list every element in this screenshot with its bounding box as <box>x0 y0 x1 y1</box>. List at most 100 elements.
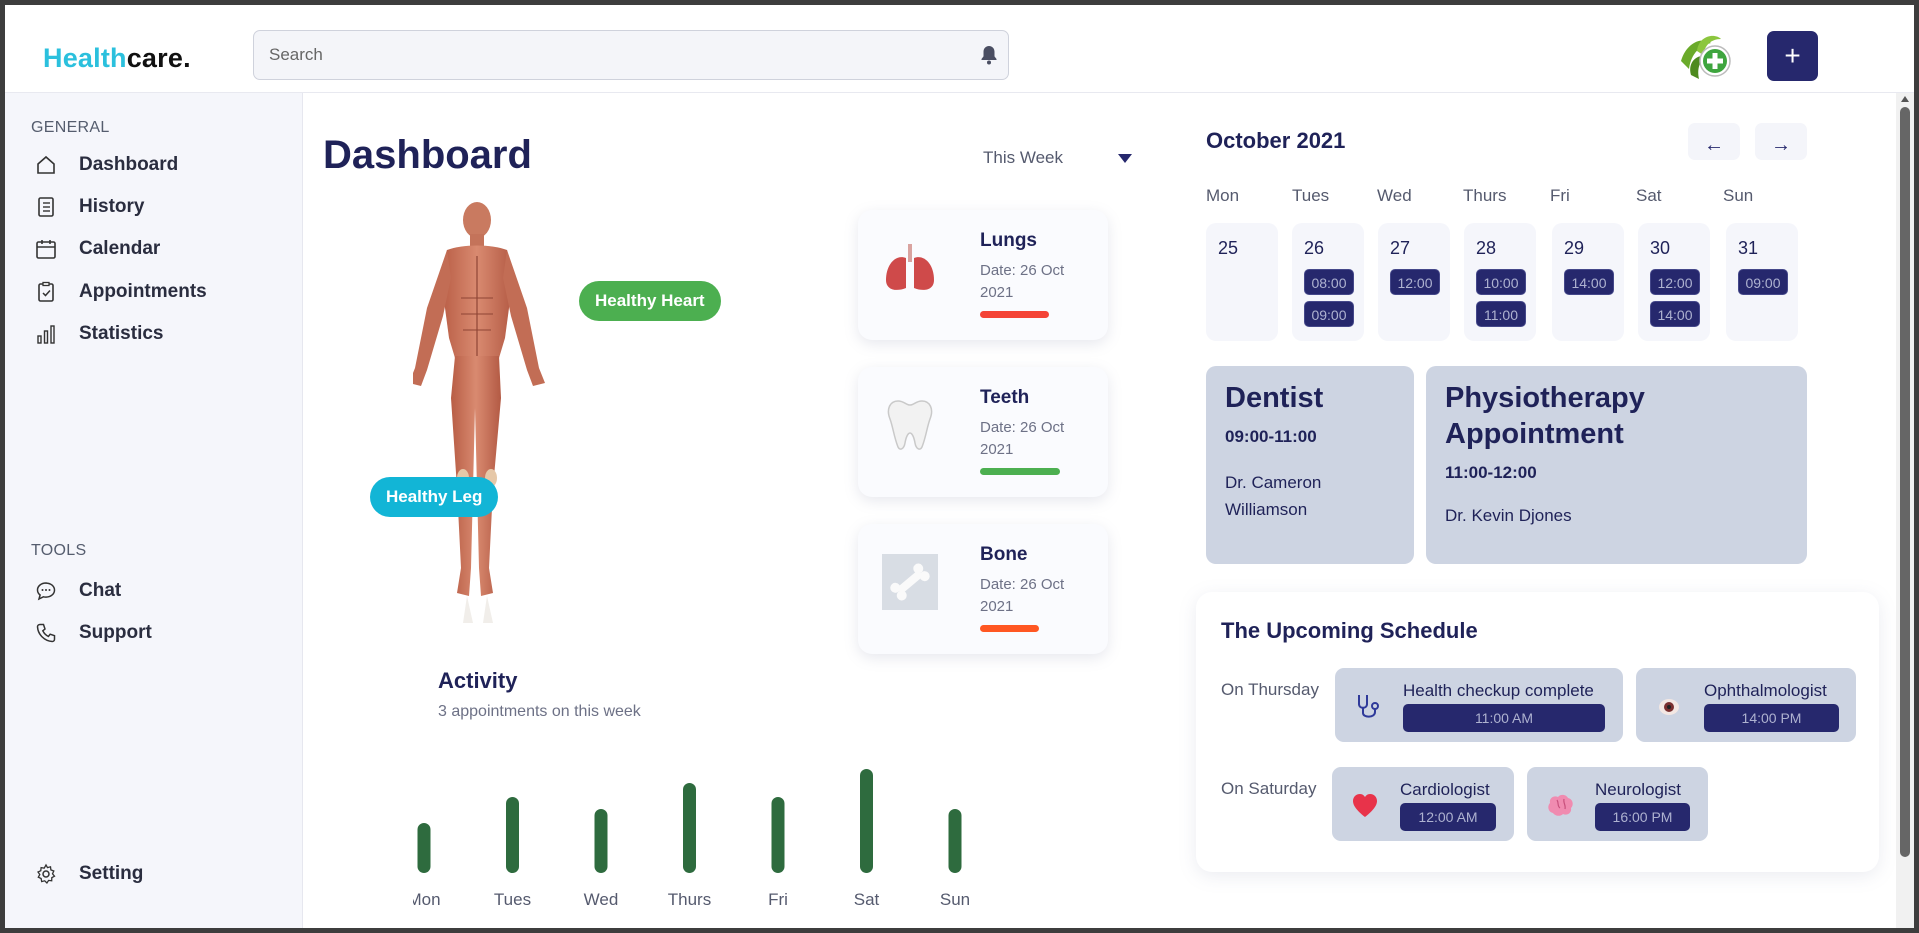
next-month-button[interactable]: → <box>1755 123 1807 160</box>
sidebar-item-label: Setting <box>79 863 144 884</box>
schedule-item[interactable]: Health checkup complete 11:00 AM <box>1335 668 1623 742</box>
search-box <box>253 30 1009 80</box>
bell-icon[interactable] <box>980 45 998 65</box>
schedule-item-name: Ophthalmologist <box>1704 681 1827 700</box>
card-date: Date: 26 Oct 2021 <box>980 419 1065 458</box>
day-number: 25 <box>1218 238 1239 258</box>
eye-icon <box>1659 699 1679 715</box>
activity-bar-mon <box>417 823 431 873</box>
chevron-down-icon <box>1118 153 1132 163</box>
sidebar-item-history[interactable]: History <box>35 192 144 222</box>
activity-bar-fri <box>771 797 785 873</box>
scrollbar[interactable] <box>1896 93 1914 928</box>
sidebar-item-setting[interactable]: Setting <box>35 859 143 889</box>
app-window: Healthcare. + GENERAL Dashboard History <box>5 5 1914 928</box>
heart-icon <box>1353 794 1377 817</box>
sidebar-item-support[interactable]: Support <box>35 618 152 648</box>
add-button[interactable]: + <box>1767 31 1818 81</box>
chat-icon <box>36 582 56 601</box>
upcoming-schedule: The Upcoming Schedule On Thursday On Sat… <box>1196 592 1879 872</box>
activity-bar-wed <box>594 809 608 873</box>
search-input[interactable] <box>254 31 934 79</box>
organ-card-lungs[interactable]: Lungs Date: 26 Oct 2021 <box>858 210 1108 340</box>
schedule-item[interactable]: Ophthalmologist 14:00 PM <box>1636 668 1856 742</box>
anatomy-body-image <box>413 202 545 623</box>
day-name: Wed <box>1377 186 1412 205</box>
sidebar-item-dashboard[interactable]: Dashboard <box>35 150 178 180</box>
calendar-month: October 2021 <box>1206 128 1346 153</box>
organ-card-bone[interactable]: Bone Date: 26 Oct 2021 <box>858 524 1108 654</box>
day-name: Tues <box>1292 186 1330 205</box>
appointment-card-physiotherapy[interactable]: Physiotherapy Appointment 11:00-12:00 Dr… <box>1426 366 1807 564</box>
sidebar-item-statistics[interactable]: Statistics <box>35 319 163 349</box>
main-content: Dashboard This Week Healthy Heart Health… <box>303 93 1893 928</box>
schedule-item[interactable]: Neurologist 16:00 PM <box>1527 767 1708 841</box>
scroll-up-arrow[interactable] <box>1901 96 1909 102</box>
time-slot[interactable]: 10:00 <box>1476 269 1526 295</box>
time-slot[interactable]: 11:00 <box>1476 301 1526 327</box>
card-title: Bone <box>980 544 1028 565</box>
clipboard-check-icon <box>38 281 54 302</box>
sidebar-item-appointments[interactable]: Appointments <box>35 277 207 307</box>
day-name: Sun <box>1723 186 1754 205</box>
time-slot[interactable]: 08:00 <box>1304 269 1354 295</box>
healthy-leg-tag[interactable]: Healthy Leg <box>370 477 499 517</box>
sidebar-item-chat[interactable]: Chat <box>35 576 121 606</box>
activity-bar-thurs <box>683 783 696 873</box>
page-title: Dashboard <box>323 133 532 177</box>
activity-label-sun: Sun <box>940 890 970 909</box>
appointment-time: 11:00-12:00 <box>1445 463 1537 482</box>
time-slot[interactable]: 12:00 <box>1650 269 1700 295</box>
activity-label-tues: Tues <box>494 890 531 909</box>
scroll-thumb[interactable] <box>1900 107 1910 857</box>
sidebar-item-label: Calendar <box>79 238 161 259</box>
sidebar-item-calendar[interactable]: Calendar <box>35 234 160 264</box>
calendar-day[interactable]: 28 10:00 11:00 <box>1464 223 1536 341</box>
organ-card-teeth[interactable]: Teeth Date: 26 Oct 2021 <box>858 367 1108 497</box>
sidebar-item-label: History <box>79 196 145 217</box>
calendar-day[interactable]: 27 12:00 <box>1378 223 1450 341</box>
health-plant-icon[interactable] <box>1677 31 1737 85</box>
schedule-item[interactable]: Cardiologist 12:00 AM <box>1332 767 1514 841</box>
appointment-doctor: Dr. Cameron Williamson <box>1225 473 1322 519</box>
tools-section-label: TOOLS <box>31 542 87 559</box>
calendar-day[interactable]: 26 08:00 09:00 <box>1292 223 1364 341</box>
activity-chart: Mon Tues Wed Thurs Fri Sat Sun <box>413 769 970 909</box>
calendar-day[interactable]: 25 <box>1206 223 1278 341</box>
time-slot[interactable]: 14:00 <box>1564 269 1614 295</box>
activity-label-thurs: Thurs <box>668 890 711 909</box>
calendar-day[interactable]: 29 14:00 <box>1552 223 1624 341</box>
calendar-day[interactable]: 30 12:00 14:00 <box>1638 223 1710 341</box>
schedule-item-name: Cardiologist <box>1400 780 1490 799</box>
day-name: Sat <box>1636 186 1662 205</box>
day-number: 31 <box>1738 238 1759 258</box>
lungs-icon <box>886 244 934 290</box>
card-date: Date: 26 Oct 2021 <box>980 576 1065 615</box>
stethoscope-icon <box>1358 695 1379 718</box>
sidebar: GENERAL Dashboard History Calendar Appoi… <box>5 93 303 928</box>
top-bar: Healthcare. + <box>5 5 1914 93</box>
time-slot[interactable]: 14:00 <box>1650 301 1700 327</box>
logo[interactable]: Healthcare. <box>43 43 191 74</box>
day-label-saturday: On Saturday <box>1221 779 1317 798</box>
time-slot[interactable]: 09:00 <box>1738 269 1788 295</box>
bone-icon <box>882 554 938 610</box>
phone-icon <box>36 623 56 643</box>
time-slot[interactable]: 12:00 <box>1390 269 1440 295</box>
sidebar-item-label: Statistics <box>79 323 164 344</box>
time-slot[interactable]: 09:00 <box>1304 301 1354 327</box>
appointment-title: Dentist <box>1225 382 1324 414</box>
healthy-heart-tag[interactable]: Healthy Heart <box>579 281 721 321</box>
general-section-label: GENERAL <box>31 119 110 136</box>
period-label: This Week <box>983 148 1063 167</box>
day-number: 29 <box>1564 238 1585 258</box>
period-dropdown[interactable]: This Week <box>983 148 1132 168</box>
sidebar-item-label: Dashboard <box>79 154 179 175</box>
prev-month-button[interactable]: ← <box>1688 123 1740 160</box>
appointment-card-dentist[interactable]: Dentist 09:00-11:00 Dr. Cameron Williams… <box>1206 366 1414 564</box>
sidebar-item-label: Support <box>79 622 152 643</box>
card-date: Date: 26 Oct 2021 <box>980 262 1065 301</box>
calendar-day[interactable]: 31 09:00 <box>1726 223 1798 341</box>
appointment-doctor: Dr. Kevin Djones <box>1445 506 1572 525</box>
day-name: Mon <box>1206 186 1240 205</box>
